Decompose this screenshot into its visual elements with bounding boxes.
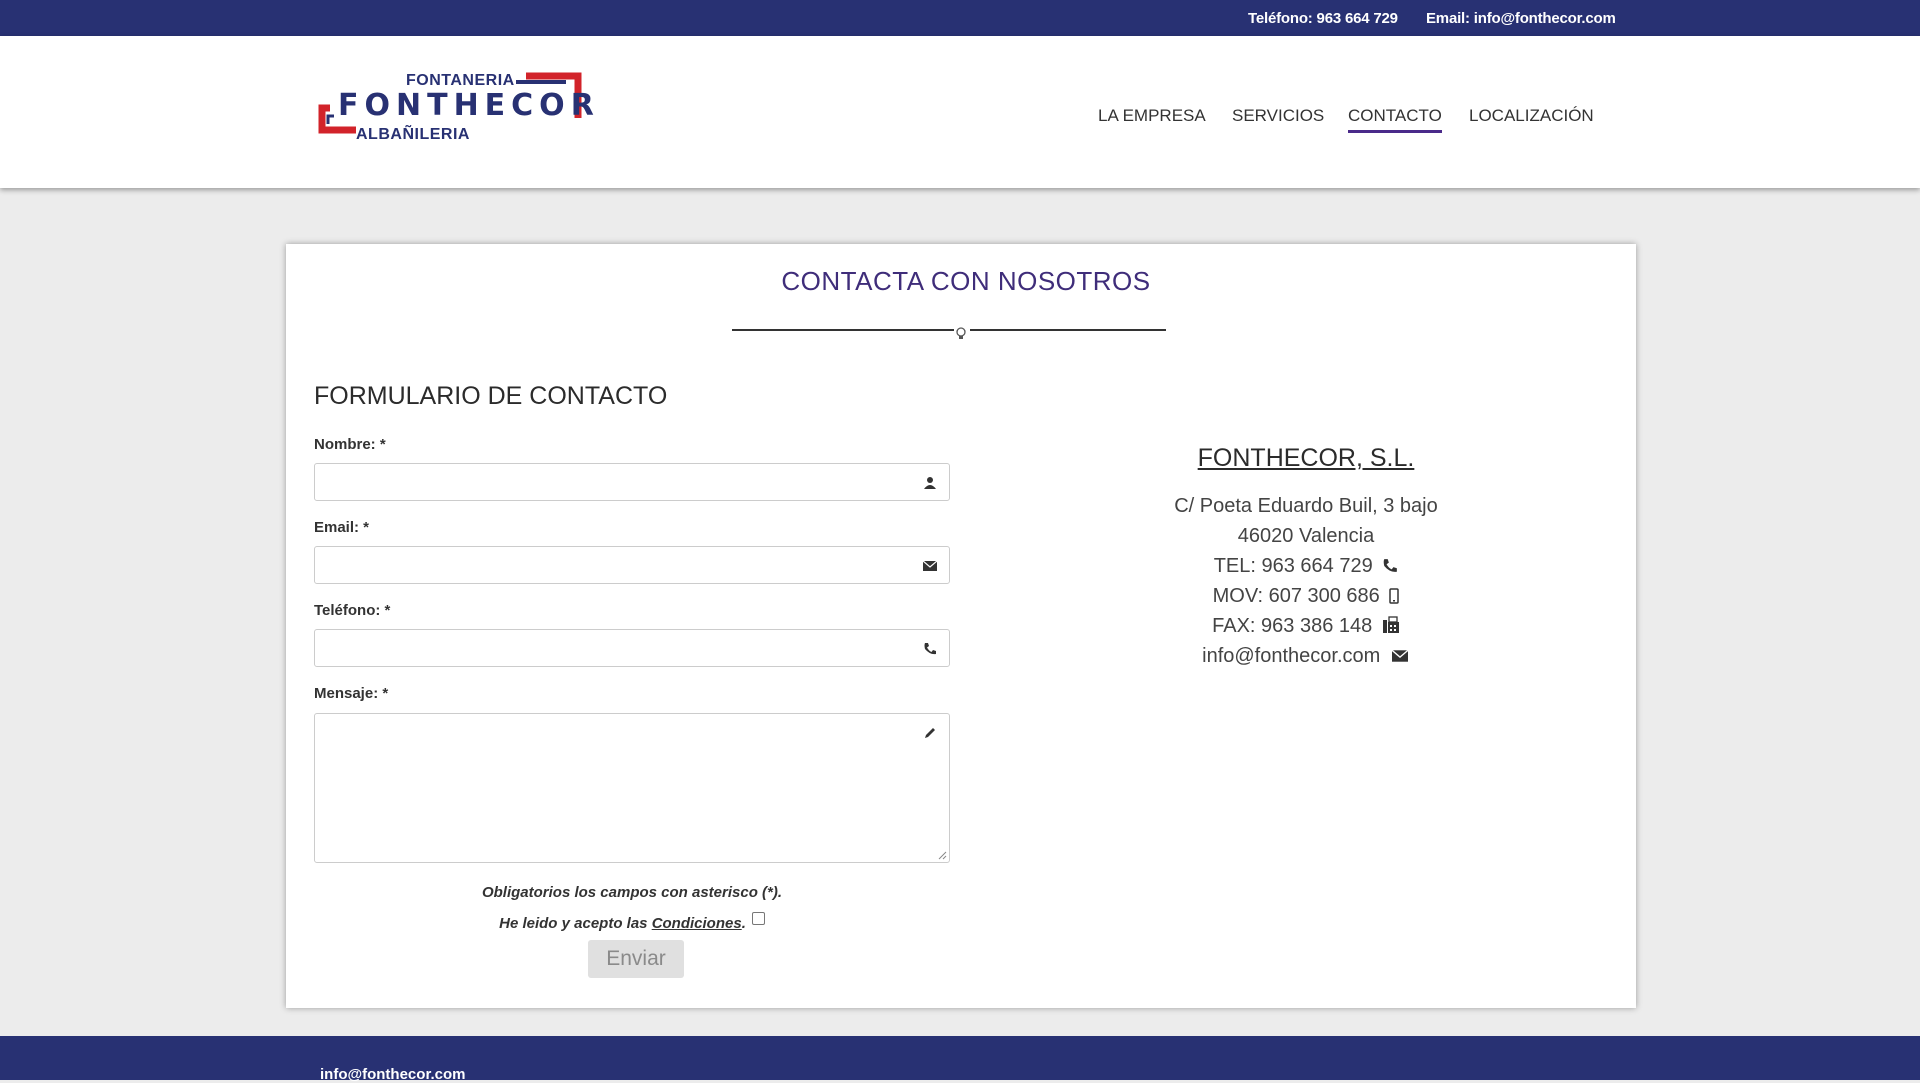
site-logo[interactable]: FONTANERIA FONTHECOR ALBAÑILERIA [316,70,594,144]
logo-text-main: FONTHECOR [338,88,600,123]
envelope-icon [923,560,937,571]
logo-text-bottom: ALBAÑILERIA [356,126,470,143]
phone-field [314,629,950,667]
name-input[interactable] [315,464,949,500]
email-input[interactable] [315,547,949,583]
site-header: FONTANERIA FONTHECOR ALBAÑILERIA LA EMPR… [0,36,1920,188]
company-email[interactable]: info@fonthecor.com [1202,645,1380,667]
message-label: Mensaje: * [314,685,389,702]
nav-localizacion[interactable]: LOCALIZACIÓN [1469,106,1594,126]
fax-icon [1382,616,1399,633]
message-field [314,713,950,863]
company-tel-line: TEL: 963 664 729 [1146,551,1466,581]
contact-card: CONTACTA CON NOSOTROS FORMULARIO DE CONT… [286,244,1636,1008]
company-tel[interactable]: TEL: 963 664 729 [1214,555,1373,577]
submit-button[interactable]: Enviar [588,940,684,978]
accept-suffix: . [741,915,746,932]
footer-email[interactable]: info@fonthecor.com [320,1066,465,1083]
company-mov[interactable]: MOV: 607 300 686 [1213,585,1380,607]
required-note: Obligatorios los campos con asterisco (*… [481,884,783,901]
accept-checkbox[interactable] [751,912,765,925]
topbar-email[interactable]: Email: info@fonthecor.com [1426,10,1616,27]
company-name: FONTHECOR, S.L. [1197,444,1415,472]
accept-text: He leido y acepto las [499,915,652,932]
conditions-link[interactable]: Condiciones [652,915,742,932]
email-field [314,546,950,584]
nav-servicios[interactable]: SERVICIOS [1232,106,1324,126]
form-title: FORMULARIO DE CONTACTO [314,382,668,410]
lightbulb-icon [956,327,966,339]
top-contact-bar: Teléfono: 963 664 729 Email: info@fonthe… [0,0,1920,36]
company-address-line2: 46020 Valencia [1237,525,1375,547]
phone-icon [924,643,936,655]
company-fax-line: FAX: 963 386 148 [1146,611,1466,641]
company-fax: FAX: 963 386 148 [1212,615,1373,637]
pencil-icon [925,728,935,738]
phone-icon [1383,559,1398,572]
resize-handle-icon[interactable] [937,850,947,860]
message-textarea[interactable] [315,714,949,862]
company-info: FONTHECOR, S.L. C/ Poeta Eduardo Buil, 3… [1146,444,1466,671]
phone-label: Teléfono: * [314,602,391,619]
nav-la-empresa[interactable]: LA EMPRESA [1098,106,1206,126]
mobile-icon [1389,588,1400,604]
site-footer: info@fonthecor.com [0,1036,1920,1083]
name-label: Nombre: * [314,436,386,453]
title-divider-left [732,329,954,331]
envelope-icon [1391,649,1409,662]
name-field [314,463,950,501]
user-icon [924,477,936,489]
section-title: CONTACTA CON NOSOTROS [781,266,1151,296]
topbar-phone[interactable]: Teléfono: 963 664 729 [1248,10,1398,27]
company-address-line1: C/ Poeta Eduardo Buil, 3 bajo [1174,495,1438,517]
company-email-line: info@fonthecor.com [1146,641,1466,671]
nav-contacto[interactable]: CONTACTO [1348,106,1442,133]
phone-input[interactable] [315,630,949,666]
accept-conditions: He leido y acepto las Condiciones. [314,912,950,932]
email-label: Email: * [314,519,370,536]
title-divider-right [970,329,1166,331]
company-mov-line: MOV: 607 300 686 [1146,581,1466,611]
